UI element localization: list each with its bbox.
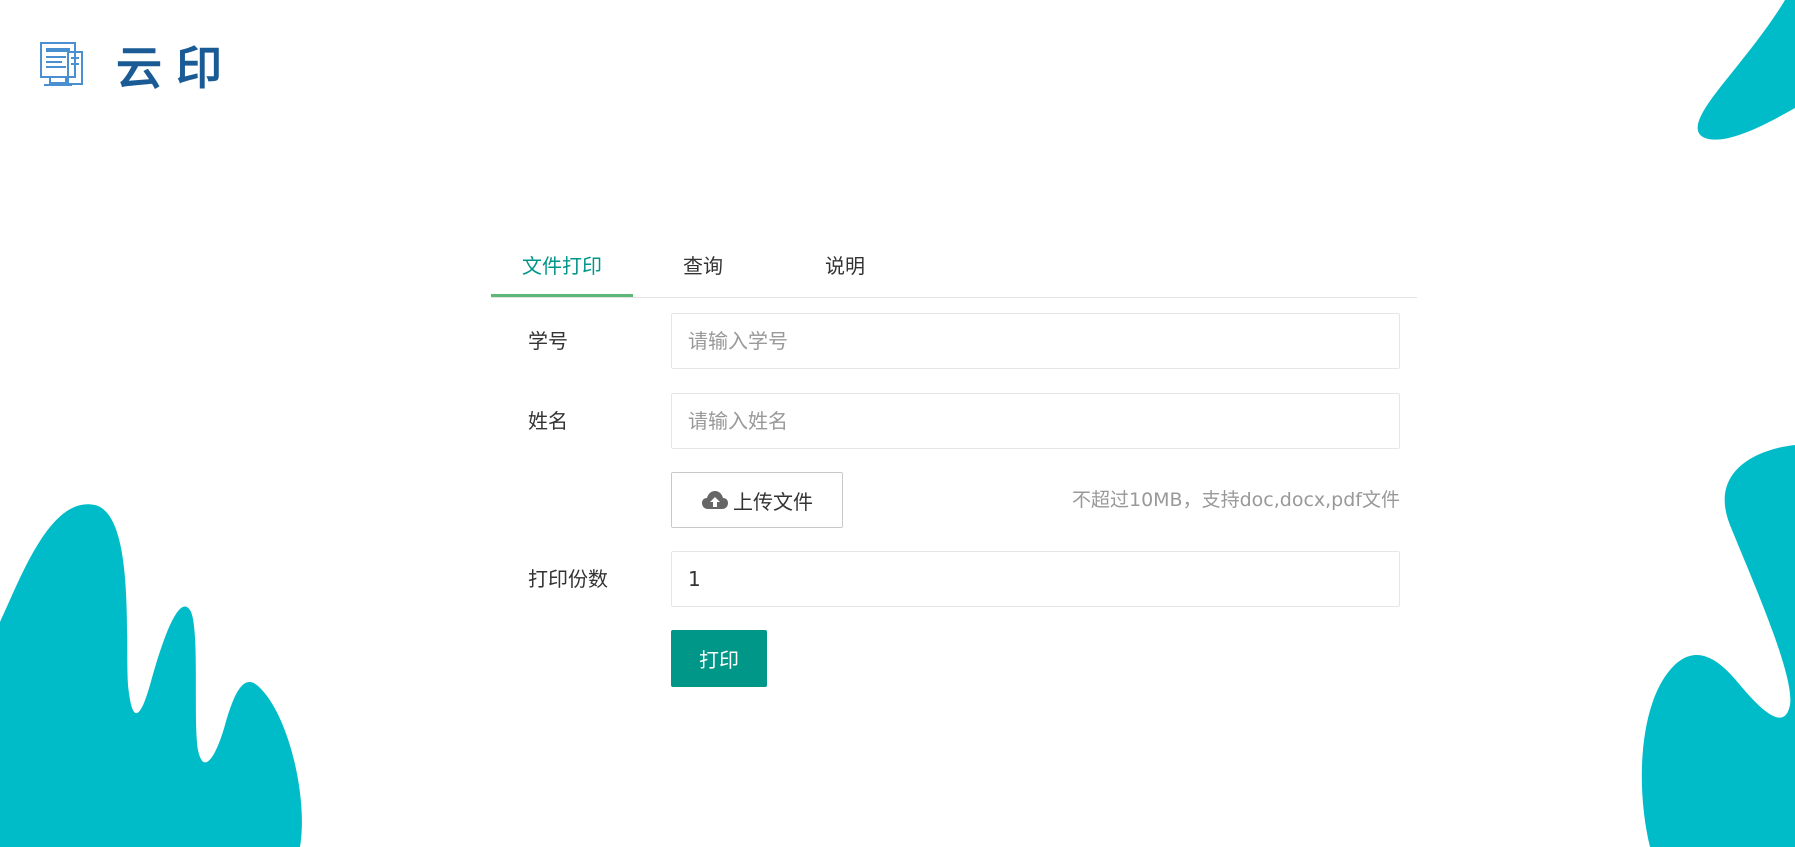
student-id-label: 学号	[528, 329, 568, 353]
upload-hint: 不超过10MB，支持doc,docx,pdf文件	[1071, 489, 1400, 511]
tab-bar: 文件打印 查询 说明	[491, 235, 1417, 298]
cloud-upload-icon	[702, 491, 728, 509]
copies-input[interactable]	[671, 551, 1400, 607]
tab-instructions[interactable]: 说明	[773, 235, 917, 297]
decoration-bottom-left	[0, 504, 302, 847]
brand-logo: 云印	[38, 32, 236, 98]
print-button[interactable]: 打印	[671, 630, 767, 687]
upload-file-button[interactable]: 上传文件	[671, 472, 843, 528]
student-id-input[interactable]	[671, 313, 1400, 369]
brand-name: 云印	[116, 41, 236, 95]
submit-row: 打印	[491, 630, 1417, 687]
copies-label: 打印份数	[528, 567, 608, 591]
tab-query[interactable]: 查询	[633, 235, 773, 297]
name-label: 姓名	[528, 409, 568, 433]
name-row: 姓名	[491, 393, 1417, 449]
print-panel: 文件打印 查询 说明 学号 姓名 上传文件 不超过10MB，支持doc,docx…	[491, 235, 1417, 687]
printer-document-icon	[40, 42, 83, 86]
tab-file-print[interactable]: 文件打印	[491, 235, 633, 297]
copies-row: 打印份数	[491, 551, 1417, 607]
student-id-row: 学号	[491, 313, 1417, 369]
upload-file-label: 上传文件	[733, 489, 813, 514]
name-input[interactable]	[671, 393, 1400, 449]
upload-row: 上传文件 不超过10MB，支持doc,docx,pdf文件	[491, 472, 1417, 528]
decoration-right	[1641, 445, 1795, 847]
decoration-top-right	[1697, 0, 1795, 140]
